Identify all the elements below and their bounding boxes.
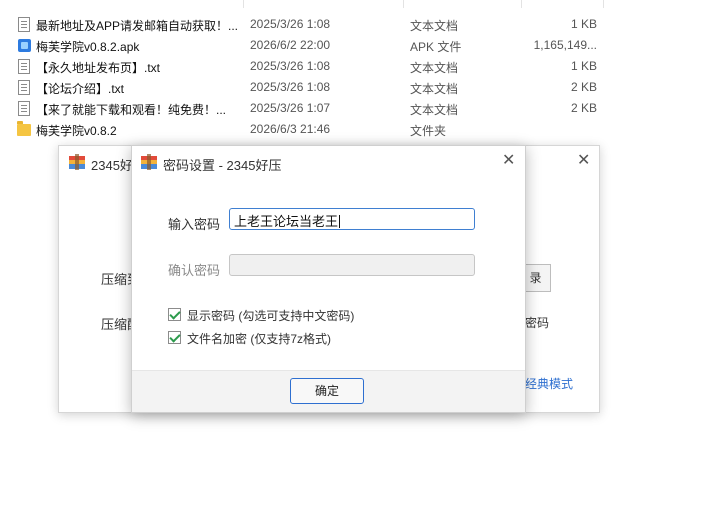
file-date: 2025/3/26 1:08 bbox=[250, 59, 331, 73]
file-type: 文本文档 bbox=[410, 61, 459, 75]
file-name: 梅芙学院v0.8.2 bbox=[36, 124, 117, 138]
file-name: 【来了就能下载和观看！纯免费！... bbox=[36, 103, 227, 117]
folder-icon bbox=[17, 121, 31, 136]
haozip-app-icon bbox=[69, 154, 85, 170]
column-divider bbox=[603, 0, 604, 8]
file-size: 1 KB bbox=[570, 59, 597, 73]
file-date: 2026/6/3 21:46 bbox=[250, 122, 331, 136]
password-label: 输入密码 bbox=[168, 217, 221, 232]
file-row[interactable]: 梅芙学院v0.8.2.apk 2026/6/2 22:00 APK 文件 1,1… bbox=[0, 35, 725, 56]
column-divider bbox=[243, 0, 244, 8]
show-password-checkbox[interactable] bbox=[168, 308, 181, 321]
file-type: 文本文档 bbox=[410, 19, 459, 33]
file-date: 2026/6/2 22:00 bbox=[250, 38, 331, 52]
file-row[interactable]: 【论坛介绍】.txt 2025/3/26 1:08 文本文档 2 KB bbox=[0, 77, 725, 98]
text-file-icon bbox=[18, 17, 30, 32]
file-date: 2025/3/26 1:08 bbox=[250, 17, 331, 31]
file-row[interactable]: 梅芙学院v0.8.2 2026/6/3 21:46 文件夹 bbox=[0, 119, 725, 140]
close-icon[interactable]: ✕ bbox=[577, 153, 590, 169]
classic-mode-link[interactable]: 经典模式 bbox=[525, 375, 573, 392]
file-row[interactable]: 【永久地址发布页】.txt 2025/3/26 1:08 文本文档 1 KB bbox=[0, 56, 725, 77]
file-name: 最新地址及APP请发邮箱自动获取！... bbox=[36, 19, 239, 33]
file-name: 【论坛介绍】.txt bbox=[36, 82, 125, 96]
password-dialog-title: 密码设置 - 2345好压 bbox=[163, 158, 282, 173]
text-file-icon bbox=[18, 59, 30, 74]
apk-file-icon bbox=[18, 39, 31, 52]
close-icon[interactable]: ✕ bbox=[502, 153, 515, 169]
file-size: 2 KB bbox=[570, 101, 597, 115]
password-dialog: 密码设置 - 2345好压 ✕ 输入密码 上老王论坛当老王 确认密码 显示密码 … bbox=[131, 145, 526, 413]
encrypt-filenames-checkbox[interactable] bbox=[168, 331, 181, 344]
column-divider bbox=[403, 0, 404, 8]
file-size: 1,165,149... bbox=[533, 38, 597, 52]
set-password-link[interactable]: 密码 bbox=[525, 314, 549, 331]
confirm-password-label: 确认密码 bbox=[168, 263, 221, 278]
file-size: 2 KB bbox=[570, 80, 597, 94]
confirm-password-input[interactable] bbox=[229, 254, 475, 276]
password-value: 上老王论坛当老王 bbox=[234, 214, 339, 229]
file-size: 1 KB bbox=[570, 17, 597, 31]
file-type: 文本文档 bbox=[410, 103, 459, 117]
file-date: 2025/3/26 1:08 bbox=[250, 80, 331, 94]
password-input[interactable]: 上老王论坛当老王 bbox=[229, 208, 475, 230]
column-divider bbox=[521, 0, 522, 8]
haozip-app-icon bbox=[141, 154, 157, 170]
file-type: 文本文档 bbox=[410, 82, 459, 96]
compress-dialog-title: 2345好 bbox=[91, 158, 133, 173]
file-row[interactable]: 最新地址及APP请发邮箱自动获取！... 2025/3/26 1:08 文本文档… bbox=[0, 14, 725, 35]
text-caret bbox=[339, 215, 341, 228]
text-file-icon bbox=[18, 80, 30, 95]
file-name: 梅芙学院v0.8.2.apk bbox=[36, 40, 140, 54]
file-row[interactable]: 【来了就能下载和观看！纯免费！... 2025/3/26 1:07 文本文档 2… bbox=[0, 98, 725, 119]
encrypt-filenames-label: 文件名加密 (仅支持7z格式) bbox=[187, 332, 332, 346]
file-type: 文件夹 bbox=[410, 124, 447, 138]
file-type: APK 文件 bbox=[410, 40, 462, 54]
file-name: 【永久地址发布页】.txt bbox=[36, 61, 161, 75]
show-password-label: 显示密码 (勾选可支持中文密码) bbox=[187, 309, 355, 323]
text-file-icon bbox=[18, 101, 30, 116]
file-date: 2025/3/26 1:07 bbox=[250, 101, 331, 115]
ok-button[interactable]: 确定 bbox=[290, 378, 364, 404]
